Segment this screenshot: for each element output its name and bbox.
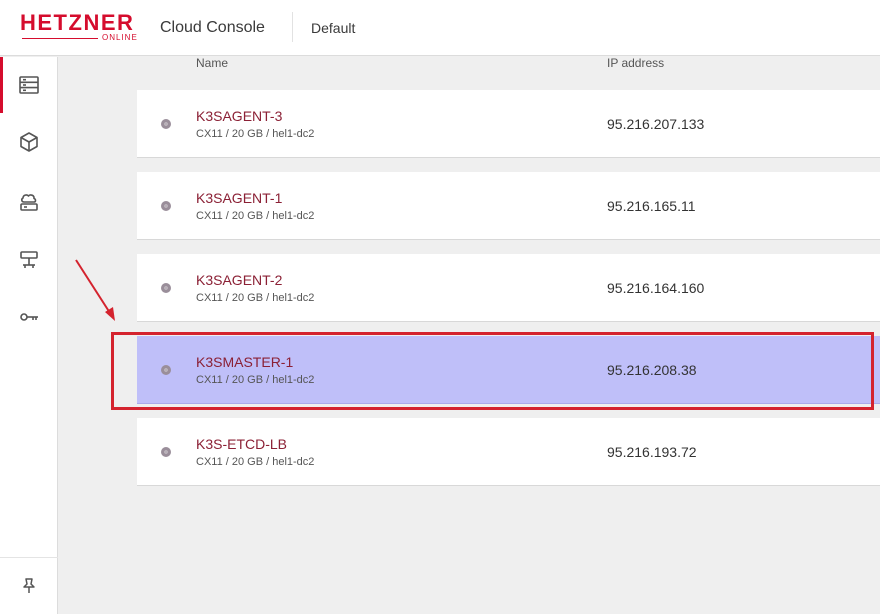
pin-icon	[23, 578, 35, 593]
hetzner-logo[interactable]: HETZNER ONLINE	[20, 12, 146, 42]
status-indicator-icon	[161, 447, 171, 457]
key-icon	[20, 313, 38, 321]
server-name-link[interactable]: K3SAGENT-2	[196, 272, 282, 288]
server-name-link[interactable]: K3S-ETCD-LB	[196, 436, 287, 452]
server-ip: 95.216.207.133	[607, 116, 705, 132]
sidebar	[0, 57, 58, 614]
server-ip: 95.216.193.72	[607, 444, 697, 460]
annotation-arrow-icon	[75, 259, 115, 321]
server-row[interactable]: K3SAGENT-1 CX11 / 20 GB / hel1-dc2 95.21…	[137, 172, 880, 240]
server-specs: CX11 / 20 GB / hel1-dc2	[196, 128, 315, 140]
server-row[interactable]: K3S-ETCD-LB CX11 / 20 GB / hel1-dc2 95.2…	[137, 418, 880, 486]
server-row[interactable]: K3SAGENT-3 CX11 / 20 GB / hel1-dc2 95.21…	[137, 90, 880, 158]
cloud-storage-icon	[20, 194, 38, 211]
server-row[interactable]: K3SAGENT-2 CX11 / 20 GB / hel1-dc2 95.21…	[137, 254, 880, 322]
server-name-link[interactable]: K3SAGENT-3	[196, 108, 282, 124]
logo-wordmark: HETZNER	[20, 10, 135, 35]
server-specs: CX11 / 20 GB / hel1-dc2	[196, 210, 315, 222]
sidebar-item-volumes[interactable]	[0, 114, 58, 170]
app-title: Cloud Console	[160, 19, 265, 36]
server-specs: CX11 / 20 GB / hel1-dc2	[196, 456, 315, 468]
status-indicator-icon	[161, 119, 171, 129]
column-header-ip[interactable]: IP address	[607, 56, 664, 70]
server-ip: 95.216.164.160	[607, 280, 705, 296]
top-bar: HETZNER ONLINE Cloud Console Default	[0, 0, 880, 56]
box-icon	[20, 132, 38, 152]
sidebar-item-security[interactable]	[0, 289, 58, 345]
server-specs: CX11 / 20 GB / hel1-dc2	[196, 292, 315, 304]
status-indicator-icon	[161, 283, 171, 293]
project-selector[interactable]: Default	[311, 19, 355, 37]
status-indicator-icon	[161, 201, 171, 211]
annotation-highlight-box	[111, 332, 874, 410]
logo-subtext: ONLINE	[102, 33, 138, 42]
sidebar-pin[interactable]	[0, 557, 58, 614]
logo-underline	[22, 38, 98, 39]
sidebar-item-networks[interactable]	[0, 232, 58, 288]
sidebar-item-storage[interactable]	[0, 174, 58, 230]
server-name-link[interactable]: K3SAGENT-1	[196, 190, 282, 206]
network-icon	[20, 251, 38, 268]
sidebar-item-servers[interactable]	[0, 57, 58, 113]
header-divider	[292, 12, 293, 42]
server-ip: 95.216.165.11	[607, 198, 696, 214]
servers-icon	[19, 76, 39, 94]
column-header-name[interactable]: Name	[196, 56, 228, 70]
